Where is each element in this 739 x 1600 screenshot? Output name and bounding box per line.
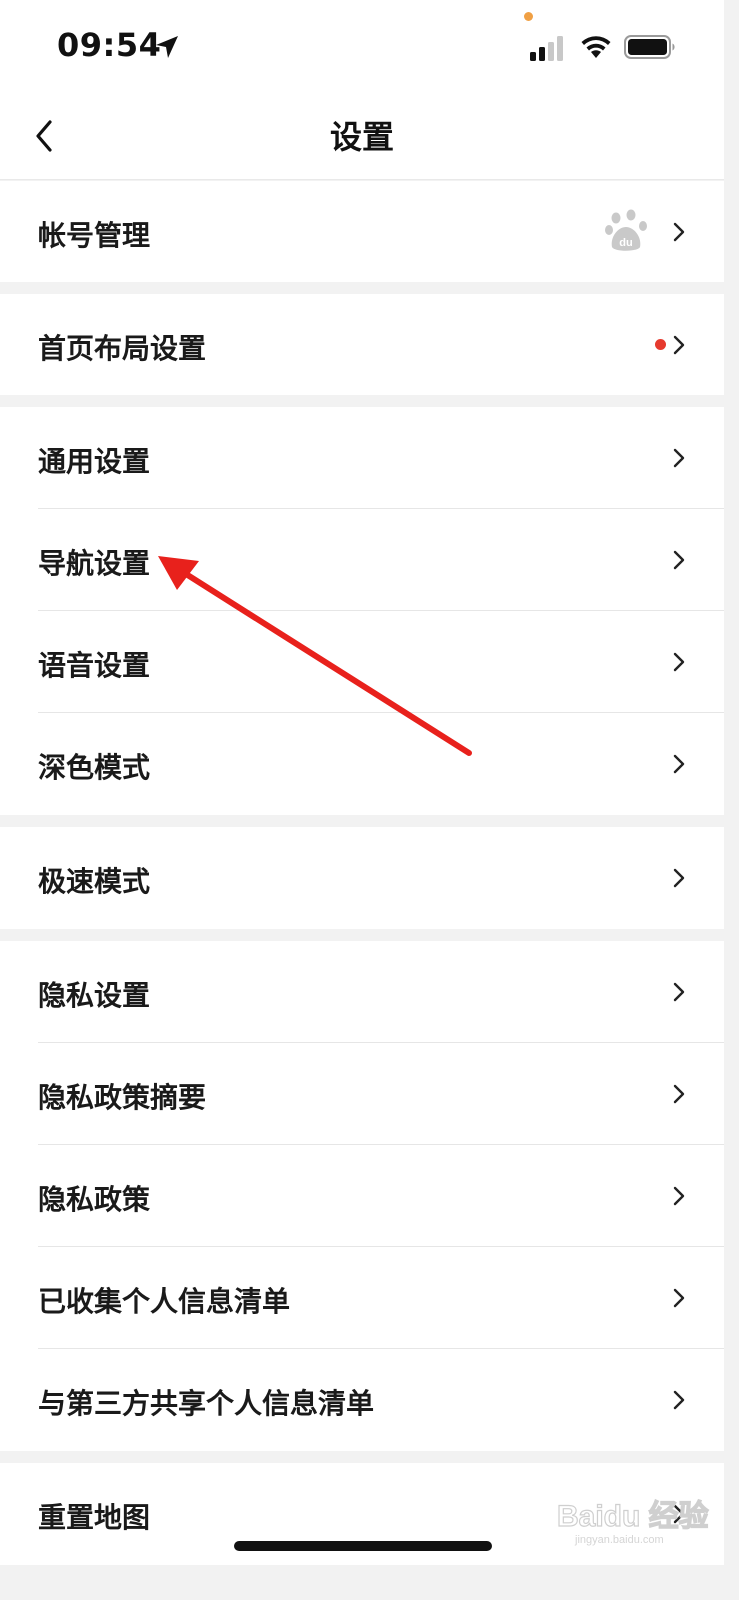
baidu-jingyan-watermark: Baidu 经验 jingyan.baidu.com bbox=[556, 1498, 709, 1546]
row-label: 深色模式 bbox=[38, 751, 151, 784]
settings-row-privacy-policy[interactable]: 隐私政策 bbox=[0, 1145, 724, 1247]
settings-row-general[interactable]: 通用设置 bbox=[0, 407, 724, 509]
row-label: 重置地图 bbox=[38, 1501, 151, 1534]
chevron-right-icon bbox=[673, 222, 685, 242]
chevron-right-icon bbox=[673, 1084, 685, 1104]
row-label: 极速模式 bbox=[38, 865, 151, 898]
chevron-right-icon bbox=[673, 335, 685, 355]
chevron-right-icon bbox=[673, 1288, 685, 1308]
chevron-right-icon bbox=[673, 754, 685, 774]
svg-text:du: du bbox=[619, 237, 632, 249]
row-label: 通用设置 bbox=[38, 445, 151, 478]
navigation-bar: 设置 bbox=[0, 90, 724, 180]
battery-icon bbox=[624, 35, 675, 59]
settings-row-privacy[interactable]: 隐私设置 bbox=[0, 941, 724, 1043]
privacy-indicator-dot bbox=[524, 12, 533, 21]
wifi-icon bbox=[581, 36, 611, 58]
watermark-url: jingyan.baidu.com bbox=[574, 1534, 664, 1546]
settings-row-navigation[interactable]: 导航设置 bbox=[0, 509, 724, 611]
chevron-right-icon bbox=[673, 1390, 685, 1410]
row-label: 导航设置 bbox=[38, 547, 151, 580]
settings-row-privacy-summary[interactable]: 隐私政策摘要 bbox=[0, 1043, 724, 1145]
new-badge-dot bbox=[655, 339, 666, 350]
settings-row-account[interactable]: 帐号管理 du bbox=[0, 181, 724, 282]
row-label: 语音设置 bbox=[38, 649, 151, 682]
home-indicator bbox=[234, 1541, 492, 1551]
settings-row-speed-mode[interactable]: 极速模式 bbox=[0, 827, 724, 929]
row-label: 隐私政策 bbox=[38, 1183, 151, 1216]
settings-row-home-layout[interactable]: 首页布局设置 bbox=[0, 294, 724, 395]
settings-row-third-party-sharing[interactable]: 与第三方共享个人信息清单 bbox=[0, 1349, 724, 1451]
row-label: 与第三方共享个人信息清单 bbox=[38, 1387, 375, 1420]
watermark-text: Baidu 经验 bbox=[557, 1499, 709, 1533]
row-label: 已收集个人信息清单 bbox=[38, 1285, 291, 1318]
settings-row-collected-info[interactable]: 已收集个人信息清单 bbox=[0, 1247, 724, 1349]
baidu-paw-icon: du bbox=[605, 209, 647, 251]
settings-screen: 09:54 设置 帐号管理 du 首页布局设置 通用设置 导航设置 语音设置 深… bbox=[0, 0, 724, 1600]
chevron-right-icon bbox=[673, 550, 685, 570]
status-bar: 09:54 bbox=[0, 0, 724, 90]
row-label: 隐私政策摘要 bbox=[38, 1081, 207, 1114]
status-time: 09:54 bbox=[57, 26, 162, 64]
page-title: 设置 bbox=[329, 118, 394, 156]
chevron-right-icon bbox=[673, 1186, 685, 1206]
signal-icon bbox=[530, 36, 563, 61]
row-label: 帐号管理 bbox=[38, 219, 151, 252]
row-label: 首页布局设置 bbox=[38, 332, 207, 365]
settings-row-dark-mode[interactable]: 深色模式 bbox=[0, 713, 724, 815]
settings-row-voice[interactable]: 语音设置 bbox=[0, 611, 724, 713]
chevron-right-icon bbox=[673, 982, 685, 1002]
location-arrow-icon bbox=[156, 36, 178, 58]
chevron-right-icon bbox=[673, 868, 685, 888]
chevron-right-icon bbox=[673, 652, 685, 672]
chevron-right-icon bbox=[673, 448, 685, 468]
row-label: 隐私设置 bbox=[38, 979, 151, 1012]
